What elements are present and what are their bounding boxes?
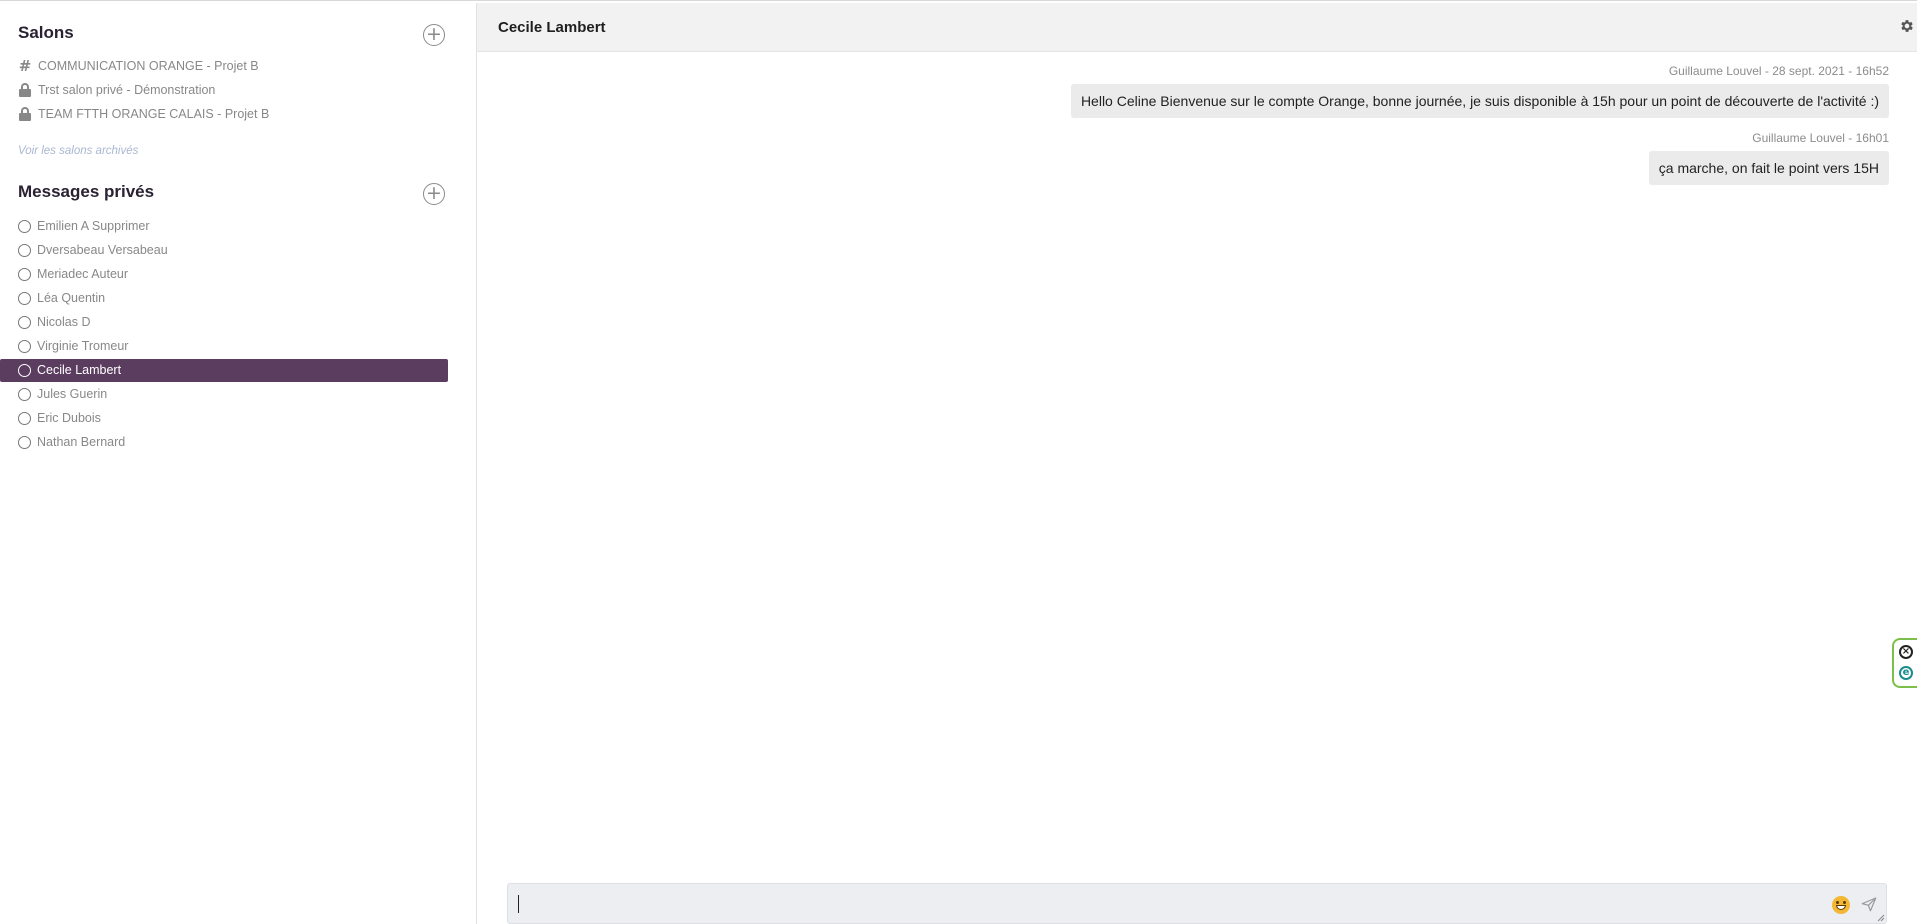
contact-item-selected[interactable]: Cecile Lambert	[18, 359, 121, 381]
hash-icon: #	[18, 57, 32, 75]
room-label: TEAM FTTH ORANGE CALAIS - Projet B	[38, 107, 270, 121]
resize-handle-icon[interactable]	[1877, 914, 1885, 922]
sidebar: Salons + # COMMUNICATION ORANGE - Projet…	[0, 3, 477, 924]
lock-icon	[18, 83, 32, 97]
status-circle-icon	[18, 411, 31, 425]
contact-label: Nicolas D	[37, 315, 91, 329]
contact-label: Nathan Bernard	[37, 435, 126, 449]
contact-item[interactable]: Dversabeau Versabeau	[18, 239, 168, 261]
contact-item[interactable]: Emilien A Supprimer	[18, 215, 150, 237]
contact-item[interactable]: Jules Guerin	[18, 383, 107, 405]
chat-app: Salons + # COMMUNICATION ORANGE - Projet…	[0, 0, 1917, 924]
room-item[interactable]: # COMMUNICATION ORANGE - Projet B	[18, 55, 259, 77]
contact-label: Léa Quentin	[37, 291, 106, 305]
contact-label: Meriadec Auteur	[37, 267, 129, 281]
contact-label: Eric Dubois	[37, 411, 101, 425]
conversation-panel: Cecile Lambert Guillaume Louvel - 28 sep…	[477, 3, 1917, 924]
contact-label: Emilien A Supprimer	[37, 219, 150, 233]
status-circle-icon	[18, 387, 31, 401]
contact-item[interactable]: Léa Quentin	[18, 287, 105, 309]
extension-logo-icon[interactable]: e	[1899, 666, 1913, 680]
contact-item[interactable]: Eric Dubois	[18, 407, 101, 429]
status-circle-icon	[18, 315, 31, 329]
status-circle-icon	[18, 339, 31, 353]
conversation-title: Cecile Lambert	[498, 19, 606, 36]
contact-label: Cecile Lambert	[37, 363, 122, 377]
message-meta: Guillaume Louvel - 16h01	[1752, 131, 1889, 145]
room-label: COMMUNICATION ORANGE - Projet B	[38, 59, 259, 73]
conversation-header: Cecile Lambert	[477, 3, 1917, 52]
send-icon[interactable]	[1860, 895, 1878, 913]
gear-icon[interactable]	[1899, 18, 1915, 34]
status-circle-icon	[18, 363, 31, 377]
contact-item[interactable]: Nathan Bernard	[18, 431, 125, 453]
emoji-icon[interactable]	[1832, 896, 1850, 914]
message-input[interactable]	[507, 883, 1887, 924]
status-circle-icon	[18, 267, 31, 281]
lock-icon	[18, 107, 32, 121]
text-caret	[518, 895, 519, 913]
room-item[interactable]: TEAM FTTH ORANGE CALAIS - Projet B	[18, 103, 269, 125]
browser-extension-widget: × e	[1892, 638, 1917, 688]
status-circle-icon	[18, 243, 31, 257]
add-private-message-button[interactable]: +	[423, 183, 445, 205]
status-circle-icon	[18, 435, 31, 449]
message-meta: Guillaume Louvel - 28 sept. 2021 - 16h52	[1668, 64, 1889, 78]
contact-label: Virginie Tromeur	[37, 339, 129, 353]
contact-item[interactable]: Meriadec Auteur	[18, 263, 128, 285]
archived-rooms-link[interactable]: Voir les salons archivés	[18, 145, 138, 157]
contact-item[interactable]: Virginie Tromeur	[18, 335, 128, 357]
room-item[interactable]: Trst salon privé - Démonstration	[18, 79, 215, 101]
room-label: Trst salon privé - Démonstration	[38, 83, 216, 97]
message-bubble: Hello Celine Bienvenue sur le compte Ora…	[1070, 84, 1889, 118]
status-circle-icon	[18, 219, 31, 233]
message-bubble: ça marche, on fait le point vers 15H	[1648, 151, 1889, 185]
close-icon[interactable]: ×	[1899, 645, 1913, 659]
contact-item[interactable]: Nicolas D	[18, 311, 91, 333]
rooms-heading: Salons	[18, 23, 74, 42]
contact-label: Dversabeau Versabeau	[37, 243, 168, 257]
contact-label: Jules Guerin	[37, 387, 108, 401]
add-room-button[interactable]: +	[423, 24, 445, 46]
private-messages-heading: Messages privés	[18, 182, 155, 201]
status-circle-icon	[18, 291, 31, 305]
